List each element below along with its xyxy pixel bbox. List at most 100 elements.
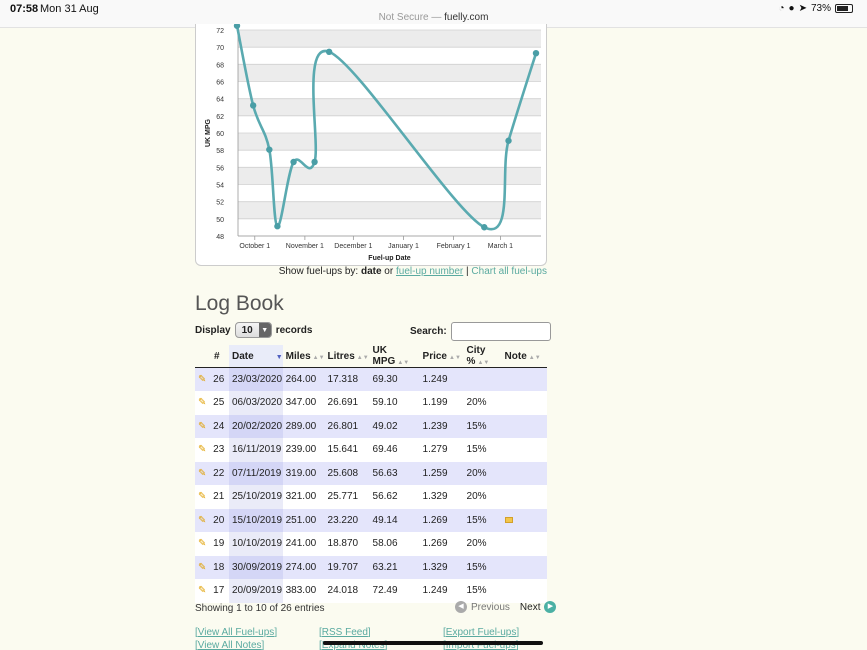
data-point <box>233 24 241 29</box>
cell-date: 20/02/2020 <box>229 414 283 438</box>
y-tick-label: 68 <box>216 62 224 69</box>
col-header-miles[interactable]: Miles ▲▼ <box>282 345 325 368</box>
data-point <box>532 49 540 57</box>
cell-price: 1.269 <box>419 532 464 556</box>
cell-price: 1.279 <box>419 438 464 462</box>
cell-mpg: 69.46 <box>369 438 420 462</box>
show-by-number-link[interactable]: fuel-up number <box>396 266 463 277</box>
export-wrap: [Export Fuel-ups] <box>443 627 520 638</box>
home-indicator[interactable] <box>323 641 543 645</box>
y-tick-label: 48 <box>216 234 224 241</box>
cell-num: 22 <box>213 467 225 479</box>
show-by-bar: Show fuel-ups by: date or fuel-up number… <box>195 266 547 277</box>
cell-miles: 383.00 <box>282 579 325 603</box>
sort-icon: ▲▼ <box>528 354 541 361</box>
col-header-date[interactable]: Date ▼ <box>229 345 283 368</box>
view-all-notes-link[interactable]: View All Notes <box>198 640 262 650</box>
records-select-value: 10 <box>241 324 253 336</box>
view-fuelups-wrap: [View All Fuel-ups] <box>195 627 278 638</box>
row-edit-cell: ✎ 22 <box>195 461 229 485</box>
table-row[interactable]: ✎ 21 25/10/2019 321.00 25.771 56.62 1.329 20% <box>195 485 547 509</box>
pencil-icon[interactable]: ✎ <box>198 585 206 596</box>
cell-num: 20 <box>213 514 225 526</box>
records-label: records <box>275 324 313 336</box>
table-row[interactable]: ✎ 19 10/10/2019 241.00 18.870 58.06 1.269 20% <box>195 532 547 556</box>
cell-city: 20% <box>463 485 502 509</box>
wifi-icon: ◔ <box>778 3 785 14</box>
cell-miles: 274.00 <box>282 555 325 579</box>
pencil-icon[interactable]: ✎ <box>198 515 206 526</box>
cell-mpg: 72.49 <box>369 579 420 603</box>
cell-price: 1.249 <box>419 579 464 603</box>
pencil-icon[interactable]: ✎ <box>198 491 206 502</box>
table-header-row: # Date ▼ Miles ▲▼ Litres ▲▼ UK MPG ▲▼ Price ▲… <box>195 345 547 368</box>
chart-all-link[interactable]: Chart all fuel-ups <box>471 266 547 277</box>
data-point <box>505 137 512 144</box>
cell-date: 15/10/2019 <box>229 508 283 532</box>
table-row[interactable]: ✎ 25 06/03/2020 347.00 26.691 59.10 1.199 20% <box>195 391 547 415</box>
mpg-chart: 48 50 52 54 56 58 60 62 64 66 68 70 72 October 1 Novem… <box>195 24 547 266</box>
sort-icon: ▲▼ <box>312 354 325 361</box>
search-input[interactable] <box>450 322 551 341</box>
pencil-icon[interactable]: ✎ <box>198 538 206 549</box>
y-tick-label: 72 <box>216 28 224 35</box>
grid-band <box>238 64 541 82</box>
cell-miles: 319.00 <box>282 461 325 485</box>
cell-num: 23 <box>213 444 225 456</box>
grid-band <box>238 133 541 151</box>
y-tick-label: 52 <box>216 200 224 207</box>
address-bar[interactable]: Not Secure — fuelly.com <box>0 12 867 23</box>
cell-date: 23/03/2020 <box>229 367 283 391</box>
col-header-label: Litres <box>327 350 355 362</box>
pencil-icon[interactable]: ✎ <box>198 468 206 479</box>
logbook-table: # Date ▼ Miles ▲▼ Litres ▲▼ UK MPG ▲▼ Price ▲… <box>195 345 547 603</box>
export-fuelups-link[interactable]: Export Fuel-ups <box>446 627 517 638</box>
table-row[interactable]: ✎ 17 20/09/2019 383.00 24.018 72.49 1.249 15% <box>195 579 547 603</box>
pencil-icon[interactable]: ✎ <box>198 421 206 432</box>
view-all-fuelups-link[interactable]: View All Fuel-ups <box>198 627 275 638</box>
col-header-city[interactable]: City % ▲▼ <box>463 345 502 368</box>
row-edit-cell: ✎ 23 <box>195 438 229 462</box>
mpg-chart-svg: 48 50 52 54 56 58 60 62 64 66 68 70 72 October 1 Novem… <box>205 24 541 262</box>
y-tick-label: 56 <box>216 165 224 172</box>
location-icon: ➤ <box>798 3 807 14</box>
note-icon[interactable] <box>504 516 513 523</box>
url-host: fuelly.com <box>444 12 489 23</box>
col-header-price[interactable]: Price ▲▼ <box>419 345 464 368</box>
table-row[interactable]: ✎ 22 07/11/2019 319.00 25.608 56.63 1.259 20% <box>195 461 547 485</box>
x-tick-label: February 1 <box>437 243 471 250</box>
cell-miles: 289.00 <box>282 414 325 438</box>
rss-feed-link[interactable]: RSS Feed <box>322 627 368 638</box>
next-button[interactable]: Next <box>520 602 541 613</box>
col-header-litres[interactable]: Litres ▲▼ <box>324 345 370 368</box>
cell-num: 26 <box>213 374 225 385</box>
table-row[interactable]: ✎ 26 23/03/2020 264.00 17.318 69.30 1.249 <box>195 367 547 391</box>
records-select[interactable]: 10 ▼ <box>234 322 272 338</box>
pencil-icon[interactable]: ✎ <box>198 444 206 455</box>
cell-mpg: 59.10 <box>369 391 420 415</box>
row-edit-cell: ✎ 26 <box>195 367 229 391</box>
table-row[interactable]: ✎ 24 20/02/2020 289.00 26.801 49.02 1.239 15% <box>195 414 547 438</box>
cell-mpg: 56.62 <box>369 485 420 509</box>
y-tick-label: 64 <box>216 97 224 104</box>
col-header-mpg[interactable]: UK MPG ▲▼ <box>369 345 420 368</box>
table-row[interactable]: ✎ 23 16/11/2019 239.00 15.641 69.46 1.279 15% <box>195 438 547 462</box>
next-arrow-icon[interactable]: ▶ <box>544 601 557 613</box>
col-header-note[interactable]: Note ▲▼ <box>501 345 547 368</box>
data-point <box>311 158 318 166</box>
col-header-label: Date <box>232 350 254 362</box>
cell-date: 30/09/2019 <box>229 555 283 579</box>
pencil-icon[interactable]: ✎ <box>198 562 206 573</box>
table-row[interactable]: ✎ 18 30/09/2019 274.00 19.707 63.21 1.329 15% <box>195 555 547 579</box>
view-notes-wrap: [View All Notes] <box>195 640 265 650</box>
previous-button[interactable]: Previous <box>471 602 510 613</box>
search-box: Search: <box>410 322 551 341</box>
cell-mpg: 58.06 <box>369 532 420 556</box>
grid-band <box>238 98 541 116</box>
data-point <box>481 224 488 231</box>
cell-miles: 321.00 <box>282 485 325 509</box>
table-row[interactable]: ✎ 20 15/10/2019 251.00 23.220 49.14 1.269 15% <box>195 508 547 532</box>
pencil-icon[interactable]: ✎ <box>198 374 206 385</box>
data-point <box>249 102 257 109</box>
pencil-icon[interactable]: ✎ <box>198 397 206 408</box>
